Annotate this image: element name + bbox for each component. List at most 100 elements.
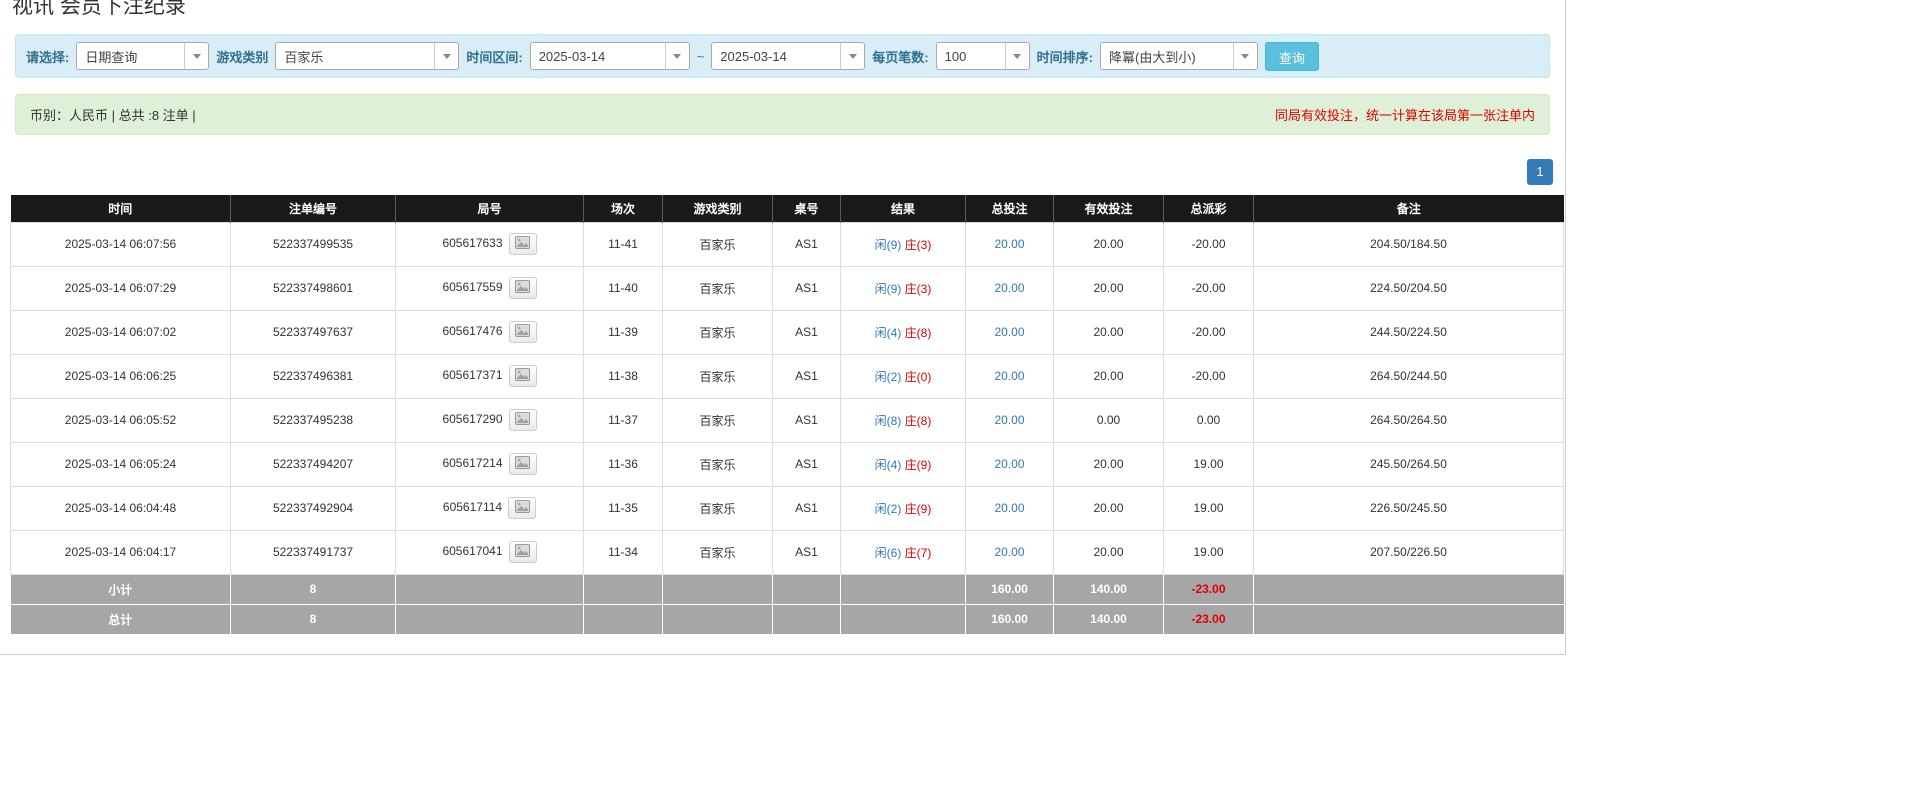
date-from-select[interactable]: 2025-03-14 — [530, 42, 690, 70]
footer-empty-cell — [773, 604, 841, 634]
search-button[interactable]: 查询 — [1265, 42, 1319, 71]
game-type-label: 游戏类别 — [216, 47, 268, 66]
cell-bet-id: 522337495238 — [231, 398, 396, 442]
footer-empty-cell — [396, 574, 584, 604]
image-icon — [515, 544, 530, 560]
cell-remark: 264.50/264.50 — [1254, 398, 1564, 442]
subtotal-total-bet: 160.00 — [966, 574, 1054, 604]
cell-payout: -20.00 — [1164, 310, 1254, 354]
cell-bet-id: 522337492904 — [231, 486, 396, 530]
cell-payout: 19.00 — [1164, 442, 1254, 486]
cell-time: 2025-03-14 06:04:48 — [11, 486, 231, 530]
footer-empty-cell — [584, 574, 663, 604]
date-to-select[interactable]: 2025-03-14 — [711, 42, 865, 70]
cell-valid-bet: 20.00 — [1054, 310, 1164, 354]
cell-total-bet: 20.00 — [966, 398, 1054, 442]
cell-total-bet: 20.00 — [966, 530, 1054, 574]
cell-valid-bet: 20.00 — [1054, 486, 1164, 530]
round-snapshot-button[interactable] — [509, 321, 537, 343]
column-header: 结果 — [841, 195, 966, 222]
cell-payout: -20.00 — [1164, 266, 1254, 310]
cell-payout: 0.00 — [1164, 398, 1254, 442]
result-banker-text: 庄(7) — [905, 546, 932, 560]
date-from-value: 2025-03-14 — [531, 49, 665, 64]
total-bet-link[interactable]: 20.00 — [994, 369, 1024, 383]
image-icon — [515, 500, 530, 516]
game-type-select[interactable]: 百家乐 — [275, 42, 459, 70]
cell-bet-id: 522337494207 — [231, 442, 396, 486]
cell-round-id: 605617559 — [396, 266, 584, 310]
result-player-text: 闲(6) — [875, 546, 902, 560]
total-label: 总计 — [11, 604, 231, 634]
currency-total-text: 币别：人民币 | 总共 :8 注单 | — [30, 105, 196, 124]
round-snapshot-button[interactable] — [509, 233, 537, 255]
cell-session: 11-38 — [584, 354, 663, 398]
date-to-value: 2025-03-14 — [712, 49, 840, 64]
footer-empty-cell — [1254, 574, 1564, 604]
table-row: 2025-03-14 06:04:17 522337491737 6056170… — [11, 530, 1564, 574]
subtotal-row: 小计 8 160.00 140.00 -23.00 — [11, 574, 1564, 604]
column-header: 总投注 — [966, 195, 1054, 222]
cell-result: 闲(6) 庄(7) — [841, 530, 966, 574]
result-banker-text: 庄(3) — [905, 282, 932, 296]
table-row: 2025-03-14 06:07:56 522337499535 6056176… — [11, 222, 1564, 266]
column-header: 备注 — [1254, 195, 1564, 222]
chevron-down-icon — [840, 43, 864, 69]
time-sort-select[interactable]: 降冪(由大到小) — [1100, 42, 1258, 70]
round-snapshot-button[interactable] — [509, 541, 537, 563]
column-header: 游戏类别 — [663, 195, 773, 222]
page-title: 视讯 会员下注纪录 — [12, 0, 1565, 20]
total-bet-link[interactable]: 20.00 — [994, 501, 1024, 515]
cell-game-type: 百家乐 — [663, 266, 773, 310]
query-type-value: 日期查询 — [77, 47, 184, 66]
cell-bet-id: 522337497637 — [231, 310, 396, 354]
cell-time: 2025-03-14 06:07:56 — [11, 222, 231, 266]
footer-empty-cell — [396, 604, 584, 634]
column-header: 场次 — [584, 195, 663, 222]
column-header: 注单编号 — [231, 195, 396, 222]
cell-total-bet: 20.00 — [966, 486, 1054, 530]
image-icon — [515, 368, 530, 384]
bet-records-table: 时间注单编号局号场次游戏类别桌号结果总投注有效投注总派彩备注 2025-03-1… — [10, 195, 1564, 634]
query-type-select[interactable]: 日期查询 — [76, 42, 209, 70]
image-icon — [515, 456, 530, 472]
round-snapshot-button[interactable] — [508, 497, 536, 519]
cell-valid-bet: 0.00 — [1054, 398, 1164, 442]
cell-remark: 244.50/224.50 — [1254, 310, 1564, 354]
cell-valid-bet: 20.00 — [1054, 266, 1164, 310]
round-snapshot-button[interactable] — [509, 277, 537, 299]
total-bet-link[interactable]: 20.00 — [994, 237, 1024, 251]
result-player-text: 闲(4) — [875, 326, 902, 340]
pagination-page-1-button[interactable]: 1 — [1527, 159, 1553, 185]
round-snapshot-button[interactable] — [509, 409, 537, 431]
summary-bar: 币别：人民币 | 总共 :8 注单 | 同局有效投注，统一计算在该局第一张注单内 — [15, 94, 1550, 135]
cell-session: 11-40 — [584, 266, 663, 310]
cell-payout: 19.00 — [1164, 486, 1254, 530]
image-icon — [515, 280, 530, 296]
chevron-down-icon — [665, 43, 689, 69]
subtotal-payout: -23.00 — [1164, 574, 1254, 604]
page-size-select[interactable]: 100 — [936, 42, 1030, 70]
cell-result: 闲(9) 庄(3) — [841, 266, 966, 310]
total-bet-link[interactable]: 20.00 — [994, 413, 1024, 427]
table-body: 2025-03-14 06:07:56 522337499535 6056176… — [11, 222, 1564, 574]
cell-game-type: 百家乐 — [663, 530, 773, 574]
pagination: 1 — [12, 159, 1553, 185]
cell-game-type: 百家乐 — [663, 442, 773, 486]
cell-total-bet: 20.00 — [966, 354, 1054, 398]
total-bet-link[interactable]: 20.00 — [994, 457, 1024, 471]
table-header-row: 时间注单编号局号场次游戏类别桌号结果总投注有效投注总派彩备注 — [11, 195, 1564, 222]
cell-game-type: 百家乐 — [663, 354, 773, 398]
table-row: 2025-03-14 06:07:02 522337497637 6056174… — [11, 310, 1564, 354]
result-banker-text: 庄(0) — [905, 370, 932, 384]
total-bet-link[interactable]: 20.00 — [994, 281, 1024, 295]
round-snapshot-button[interactable] — [509, 365, 537, 387]
total-bet-link[interactable]: 20.00 — [994, 545, 1024, 559]
content-frame: 视讯 会员下注纪录 请选择: 日期查询 游戏类别 百家乐 时间区间: 2025-… — [0, 0, 1566, 655]
cell-bet-id: 522337498601 — [231, 266, 396, 310]
cell-table-no: AS1 — [773, 354, 841, 398]
total-bet-link[interactable]: 20.00 — [994, 325, 1024, 339]
cell-time: 2025-03-14 06:07:29 — [11, 266, 231, 310]
round-id-text: 605617371 — [442, 368, 502, 382]
round-snapshot-button[interactable] — [509, 453, 537, 475]
